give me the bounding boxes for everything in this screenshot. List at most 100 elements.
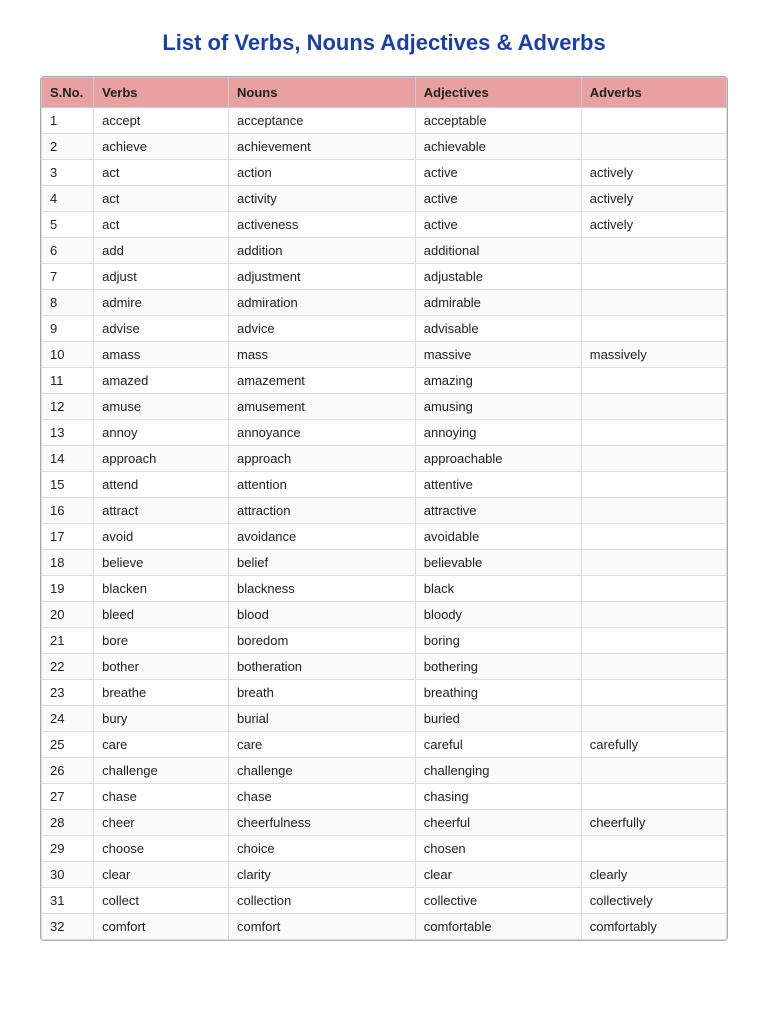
table-cell: advise bbox=[94, 316, 229, 342]
table-row: 31collectcollectioncollectivecollectivel… bbox=[42, 888, 727, 914]
table-cell bbox=[581, 758, 726, 784]
table-row: 23breathebreathbreathing bbox=[42, 680, 727, 706]
table-cell: cheerful bbox=[415, 810, 581, 836]
table-cell bbox=[581, 706, 726, 732]
table-cell: botheration bbox=[228, 654, 415, 680]
table-cell: active bbox=[415, 186, 581, 212]
table-cell: breathing bbox=[415, 680, 581, 706]
table-row: 7adjustadjustmentadjustable bbox=[42, 264, 727, 290]
table-cell: amazed bbox=[94, 368, 229, 394]
table-row: 19blackenblacknessblack bbox=[42, 576, 727, 602]
table-cell: additional bbox=[415, 238, 581, 264]
table-cell: avoid bbox=[94, 524, 229, 550]
table-cell: mass bbox=[228, 342, 415, 368]
table-cell: challenge bbox=[228, 758, 415, 784]
table-cell: clearly bbox=[581, 862, 726, 888]
table-cell: advice bbox=[228, 316, 415, 342]
table-row: 11amazedamazementamazing bbox=[42, 368, 727, 394]
table-cell: 12 bbox=[42, 394, 94, 420]
table-cell bbox=[581, 628, 726, 654]
table-cell: clarity bbox=[228, 862, 415, 888]
table-cell: 31 bbox=[42, 888, 94, 914]
table-cell bbox=[581, 316, 726, 342]
table-cell: chosen bbox=[415, 836, 581, 862]
col-header-sno: S.No. bbox=[42, 78, 94, 108]
table-cell: collection bbox=[228, 888, 415, 914]
table-cell bbox=[581, 550, 726, 576]
table-cell: chase bbox=[228, 784, 415, 810]
table-cell: act bbox=[94, 186, 229, 212]
table-cell: 7 bbox=[42, 264, 94, 290]
table-cell: 22 bbox=[42, 654, 94, 680]
table-cell: cheerfulness bbox=[228, 810, 415, 836]
table-cell: amazing bbox=[415, 368, 581, 394]
table-row: 14approachapproachapproachable bbox=[42, 446, 727, 472]
table-cell: comfortably bbox=[581, 914, 726, 940]
col-header-adjectives: Adjectives bbox=[415, 78, 581, 108]
table-cell bbox=[581, 108, 726, 134]
table-cell: approachable bbox=[415, 446, 581, 472]
table-cell: admire bbox=[94, 290, 229, 316]
table-cell: 17 bbox=[42, 524, 94, 550]
table-row: 15attendattentionattentive bbox=[42, 472, 727, 498]
table-cell bbox=[581, 784, 726, 810]
table-cell: comfort bbox=[228, 914, 415, 940]
table-cell: belief bbox=[228, 550, 415, 576]
table-cell: believe bbox=[94, 550, 229, 576]
table-cell: annoy bbox=[94, 420, 229, 446]
table-cell: carefully bbox=[581, 732, 726, 758]
table-row: 16attractattractionattractive bbox=[42, 498, 727, 524]
table-cell: actively bbox=[581, 160, 726, 186]
table-cell: avoidance bbox=[228, 524, 415, 550]
table-cell: 20 bbox=[42, 602, 94, 628]
table-cell: addition bbox=[228, 238, 415, 264]
table-cell: blacken bbox=[94, 576, 229, 602]
table-cell: advisable bbox=[415, 316, 581, 342]
table-cell: bleed bbox=[94, 602, 229, 628]
table-cell: 10 bbox=[42, 342, 94, 368]
table-cell bbox=[581, 836, 726, 862]
table-row: 26challengechallengechallenging bbox=[42, 758, 727, 784]
word-table-wrapper: S.No. Verbs Nouns Adjectives Adverbs 1ac… bbox=[40, 76, 728, 941]
table-cell: 27 bbox=[42, 784, 94, 810]
table-cell: 18 bbox=[42, 550, 94, 576]
table-cell bbox=[581, 134, 726, 160]
table-cell bbox=[581, 602, 726, 628]
page-title: List of Verbs, Nouns Adjectives & Adverb… bbox=[40, 30, 728, 56]
table-cell: achievable bbox=[415, 134, 581, 160]
table-cell: burial bbox=[228, 706, 415, 732]
table-cell: 30 bbox=[42, 862, 94, 888]
table-row: 10amassmassmassivemassively bbox=[42, 342, 727, 368]
table-cell: bother bbox=[94, 654, 229, 680]
table-cell: 6 bbox=[42, 238, 94, 264]
table-cell: challenge bbox=[94, 758, 229, 784]
col-header-adverbs: Adverbs bbox=[581, 78, 726, 108]
table-cell: action bbox=[228, 160, 415, 186]
table-cell: attraction bbox=[228, 498, 415, 524]
table-cell: boring bbox=[415, 628, 581, 654]
table-cell: achievement bbox=[228, 134, 415, 160]
word-table: S.No. Verbs Nouns Adjectives Adverbs 1ac… bbox=[41, 77, 727, 940]
table-cell: 32 bbox=[42, 914, 94, 940]
table-cell: chase bbox=[94, 784, 229, 810]
table-cell: 1 bbox=[42, 108, 94, 134]
table-cell: clear bbox=[94, 862, 229, 888]
table-row: 28cheercheerfulnesscheerfulcheerfully bbox=[42, 810, 727, 836]
table-cell: 16 bbox=[42, 498, 94, 524]
table-cell: attract bbox=[94, 498, 229, 524]
table-cell: acceptable bbox=[415, 108, 581, 134]
table-cell: massive bbox=[415, 342, 581, 368]
table-cell: buried bbox=[415, 706, 581, 732]
table-cell: 19 bbox=[42, 576, 94, 602]
table-cell: 14 bbox=[42, 446, 94, 472]
table-cell: approach bbox=[94, 446, 229, 472]
table-cell bbox=[581, 498, 726, 524]
table-cell: bury bbox=[94, 706, 229, 732]
table-cell bbox=[581, 264, 726, 290]
table-cell: actively bbox=[581, 186, 726, 212]
table-row: 4actactivityactiveactively bbox=[42, 186, 727, 212]
table-cell: amass bbox=[94, 342, 229, 368]
table-cell bbox=[581, 654, 726, 680]
table-cell: attractive bbox=[415, 498, 581, 524]
table-row: 5actactivenessactiveactively bbox=[42, 212, 727, 238]
